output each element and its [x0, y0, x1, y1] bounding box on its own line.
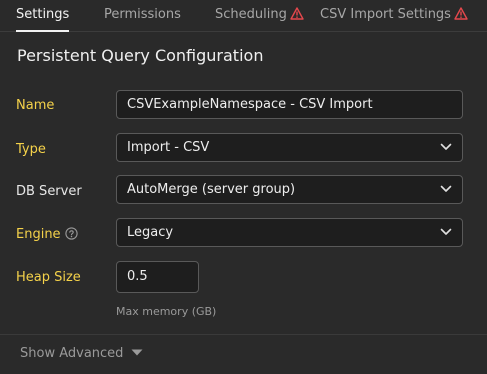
active-tab-indicator	[16, 30, 70, 32]
name-input[interactable]: CSVExampleNamespace - CSV Import	[116, 90, 463, 119]
db-server-label: DB Server	[16, 184, 82, 199]
tab-permissions[interactable]: Permissions	[104, 0, 181, 31]
chevron-down-icon	[440, 143, 452, 150]
heap-size-hint: Max memory (GB)	[116, 305, 217, 318]
tab-label: Scheduling	[215, 7, 287, 22]
engine-select-value: Legacy	[127, 225, 174, 240]
engine-label: Engine	[16, 227, 78, 244]
engine-label-text: Engine	[16, 227, 61, 242]
warning-triangle-icon	[290, 2, 304, 32]
engine-select[interactable]: Legacy	[116, 218, 463, 247]
db-server-select[interactable]: AutoMerge (server group)	[116, 175, 463, 204]
warning-triangle-icon	[454, 2, 468, 32]
tab-label: CSV Import Settings	[320, 7, 451, 22]
tab-settings[interactable]: Settings	[16, 0, 70, 32]
caret-down-icon	[131, 349, 143, 356]
section-title: Persistent Query Configuration	[17, 46, 264, 65]
show-advanced-toggle[interactable]: Show Advanced	[20, 346, 143, 361]
type-select[interactable]: Import - CSV	[116, 133, 463, 162]
tab-scheduling[interactable]: Scheduling	[215, 0, 304, 31]
tab-bar: Settings Permissions Scheduling CSV Impo…	[0, 0, 487, 32]
tab-csv-import-settings[interactable]: CSV Import Settings	[320, 0, 468, 31]
heap-size-input[interactable]: 0.5	[116, 261, 199, 293]
tab-label: Permissions	[104, 7, 181, 22]
type-label: Type	[16, 142, 46, 157]
divider	[0, 334, 487, 335]
type-select-value: Import - CSV	[127, 140, 210, 155]
chevron-down-icon	[440, 228, 452, 235]
heap-size-label: Heap Size	[16, 270, 81, 285]
db-server-select-value: AutoMerge (server group)	[127, 182, 296, 197]
show-advanced-label: Show Advanced	[20, 346, 124, 361]
tab-label: Settings	[16, 7, 70, 22]
chevron-down-icon	[440, 185, 452, 192]
name-label: Name	[16, 98, 55, 113]
question-circle-icon[interactable]	[64, 227, 78, 244]
